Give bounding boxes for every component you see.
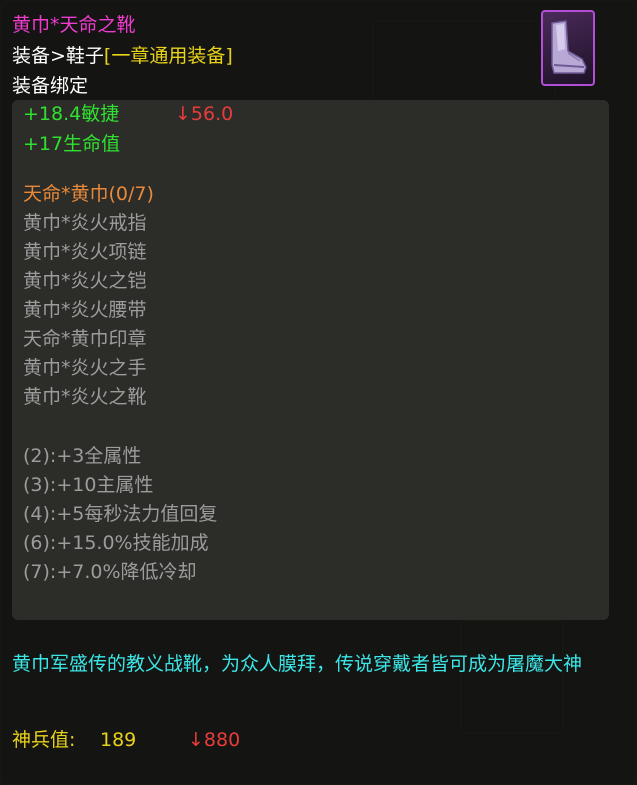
set-bonus: (4):+5每秒法力值回复	[23, 503, 218, 525]
set-piece: 黄巾*炎火戒指	[23, 212, 147, 234]
stat-agility: +18.4敏捷	[23, 103, 120, 125]
item-category: 装备>鞋子[一章通用装备]	[12, 44, 233, 68]
stats-panel: +18.4敏捷 ↓56.0 +17生命值 天命*黄巾(0/7) 黄巾*炎火戒指 …	[12, 100, 609, 620]
set-piece: 黄巾*炎火之铠	[23, 270, 147, 292]
item-name: 黄巾*天命之靴	[12, 14, 136, 36]
item-score: 神兵值: 189 ↓880	[12, 727, 240, 753]
set-piece: 黄巾*炎火项链	[23, 241, 147, 263]
set-piece: 黄巾*炎火之靴	[23, 386, 147, 408]
boots-icon	[541, 10, 595, 86]
item-binding: 装备绑定	[12, 75, 89, 97]
score-label: 神兵值:	[12, 729, 76, 751]
item-category-tag: [一章通用装备]	[103, 45, 233, 67]
set-bonus: (6):+15.0%技能加成	[23, 532, 209, 554]
set-bonus: (7):+7.0%降低冷却	[23, 561, 197, 583]
set-piece: 天命*黄巾印章	[23, 328, 147, 350]
set-bonus: (2):+3全属性	[23, 445, 142, 467]
set-piece: 黄巾*炎火之手	[23, 357, 147, 379]
item-description: 黄巾军盛传的教义战靴，为众人膜拜，传说穿戴者皆可成为屠魔大神	[12, 653, 583, 675]
score-compare: ↓880	[188, 729, 241, 751]
set-bonus: (3):+10主属性	[23, 474, 154, 496]
stat-hp: +17生命值	[23, 133, 121, 155]
stat-agility-compare: ↓56.0	[175, 103, 234, 125]
item-tooltip: 黄巾*天命之靴 装备>鞋子[一章通用装备] 装备绑定 +18.4敏捷 ↓56.0…	[0, 0, 637, 785]
item-category-path: 装备>鞋子	[12, 45, 104, 67]
score-value: 189	[100, 729, 137, 751]
set-piece: 黄巾*炎火腰带	[23, 299, 147, 321]
set-name: 天命*黄巾(0/7)	[23, 183, 154, 205]
